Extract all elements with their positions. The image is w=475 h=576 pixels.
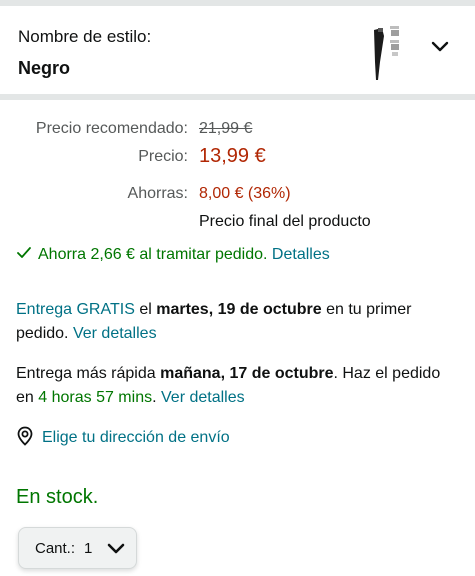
fast-delivery-details-link[interactable]: Ver detalles: [161, 389, 245, 406]
recommended-price-value: 21,99 €: [199, 120, 253, 137]
free-delivery-link[interactable]: Entrega GRATIS: [16, 301, 135, 318]
fast-delivery-prefix: Entrega más rápida: [16, 365, 156, 382]
chevron-down-icon: [431, 41, 449, 52]
savings-value: 8,00 € (36%): [199, 185, 291, 202]
fast-delivery-date: mañana, 17 de octubre: [160, 365, 334, 382]
checkmark-icon: [17, 247, 31, 258]
recommended-price-label: Precio recomendado:: [35, 120, 188, 137]
chevron-down-icon: [107, 543, 125, 554]
final-price-note: Precio final del producto: [199, 213, 371, 230]
free-delivery-details-link[interactable]: Ver detalles: [73, 325, 157, 342]
price-value: 13,99 €: [199, 145, 266, 167]
quantity-label: Cant.:: [35, 540, 76, 557]
choose-address-link[interactable]: Elige tu dirección de envío: [16, 426, 230, 447]
quantity-selector[interactable]: Cant.: 1: [18, 527, 137, 569]
location-pin-icon: [17, 426, 33, 446]
free-delivery-date: martes, 19 de octubre: [156, 301, 322, 318]
fast-delivery-dot: .: [152, 389, 157, 406]
style-value: Negro: [18, 58, 71, 78]
checkout-promo: Ahorra 2,66 € al tramitar pedido. Detall…: [16, 246, 330, 264]
free-delivery-info: Entrega GRATIS el martes, 19 de octubre …: [16, 298, 456, 346]
savings-label: Ahorras:: [127, 185, 188, 202]
fast-delivery-countdown: 4 horas 57 mins: [38, 389, 153, 406]
price-label: Precio:: [138, 148, 188, 165]
promo-text: Ahorra 2,66 € al tramitar pedido.: [38, 246, 268, 263]
hair-clipper-thumbnail: [374, 26, 399, 80]
promo-details-link[interactable]: Detalles: [272, 246, 330, 263]
quantity-value: 1: [84, 540, 93, 557]
fast-delivery-info: Entrega más rápida mañana, 17 de octubre…: [16, 362, 456, 410]
free-delivery-el: el: [139, 301, 152, 318]
section-divider: [0, 94, 475, 100]
style-selector[interactable]: Nombre de estilo: Negro: [0, 6, 475, 94]
stock-status: En stock.: [16, 486, 99, 508]
style-label: Nombre de estilo:: [18, 27, 152, 46]
address-label: Elige tu dirección de envío: [42, 429, 230, 446]
